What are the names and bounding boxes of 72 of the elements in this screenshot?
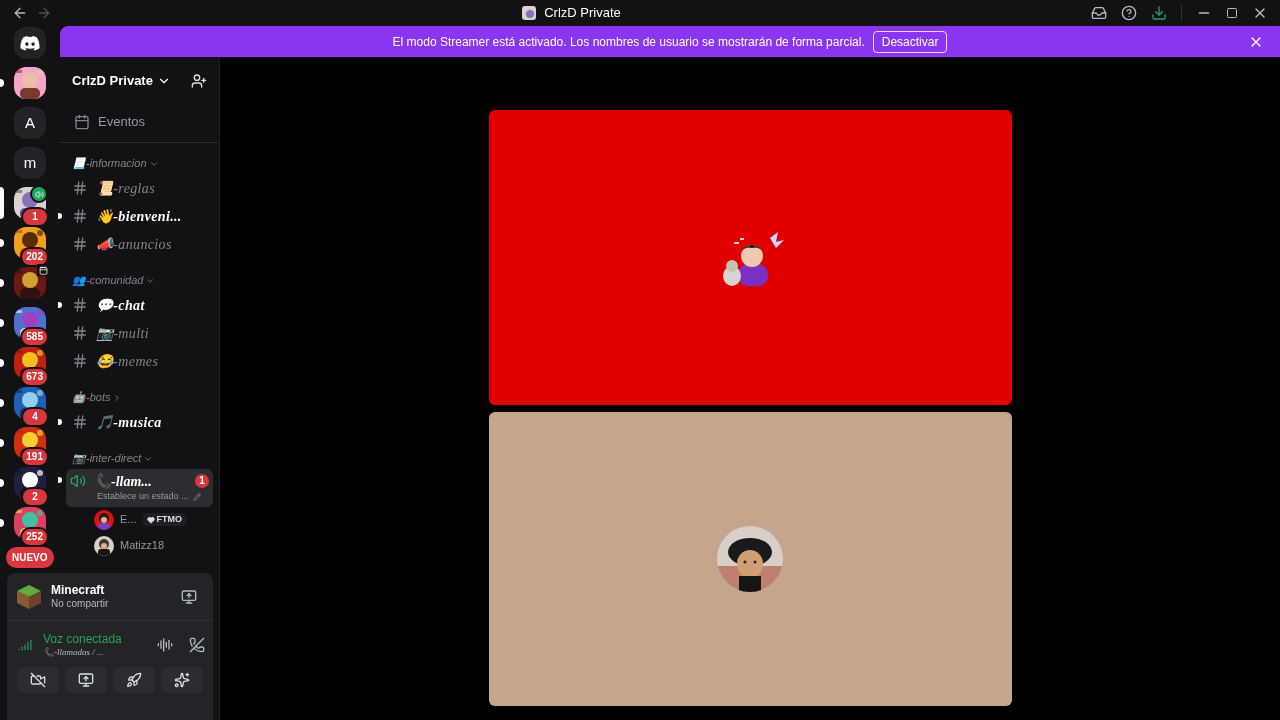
- member-tag: FTMO: [142, 512, 186, 527]
- channel-name[interactable]: 👋-bienveni...: [96, 205, 182, 227]
- status-text: Establece un estado ...: [97, 490, 189, 503]
- channel-name[interactable]: 📣-anuncios: [96, 233, 172, 255]
- noise-suppression-icon[interactable]: [157, 637, 173, 653]
- unread-badge: 191: [20, 447, 49, 467]
- download-icon[interactable]: [1151, 5, 1167, 21]
- activities-button[interactable]: [113, 667, 155, 693]
- unread-badge: 585: [20, 327, 49, 347]
- activity-subtitle: No compartir: [51, 597, 110, 611]
- hash-icon: [72, 353, 88, 369]
- hash-icon: [72, 208, 88, 224]
- mention-badge: 1: [195, 474, 209, 488]
- unread-badge: 1: [21, 207, 49, 227]
- rocket-icon: [126, 672, 142, 688]
- maximize-icon[interactable]: [1226, 7, 1238, 19]
- hash-icon: [72, 325, 88, 341]
- unread-badge: 673: [20, 367, 49, 387]
- soundboard-button[interactable]: [161, 667, 203, 693]
- channel-name[interactable]: 🎵-musica: [96, 411, 162, 433]
- hash-icon: [72, 236, 88, 252]
- server-button[interactable]: A: [14, 107, 46, 139]
- video-tile[interactable]: [488, 110, 1012, 405]
- help-icon[interactable]: [1121, 5, 1137, 21]
- sparkles-icon: [174, 672, 190, 688]
- invite-icon[interactable]: [191, 73, 207, 89]
- edit-icon[interactable]: [192, 492, 201, 501]
- share-screen-icon[interactable]: [181, 588, 197, 605]
- channel-name[interactable]: 📜-reglas: [96, 177, 155, 199]
- events-link[interactable]: Eventos: [98, 111, 145, 132]
- camera-off-icon: [30, 672, 46, 688]
- screen-share-button[interactable]: [65, 667, 107, 693]
- hash-icon: [72, 180, 88, 196]
- video-tile[interactable]: [488, 412, 1012, 706]
- calendar-icon: [74, 113, 90, 130]
- category-header[interactable]: 📃-informacion: [72, 155, 147, 172]
- channel-name[interactable]: 💬-chat: [96, 294, 145, 316]
- voice-status: Voz conectada: [43, 631, 123, 647]
- channel-name: 📞-llam...: [94, 472, 153, 491]
- member-name[interactable]: E...: [120, 511, 137, 528]
- unread-badge: 4: [21, 407, 49, 427]
- server-icon: [522, 6, 537, 20]
- category-header[interactable]: 🤖-bots: [72, 389, 111, 406]
- disconnect-icon[interactable]: [189, 637, 205, 653]
- inbox-icon[interactable]: [1091, 5, 1107, 21]
- unread-badge: 252: [20, 527, 49, 547]
- camera-button[interactable]: [17, 667, 59, 693]
- volume-glyph: [34, 189, 44, 199]
- back-icon[interactable]: [12, 5, 28, 21]
- member-name[interactable]: Matizz18: [120, 537, 165, 554]
- window-title: CrlzD Private: [544, 4, 621, 23]
- controller-logo-icon: [20, 35, 40, 51]
- new-pill[interactable]: NUEVO: [6, 547, 54, 568]
- category-header[interactable]: 👥-comunidad: [72, 272, 144, 289]
- hash-icon: [72, 414, 88, 430]
- share-screen-icon: [78, 672, 94, 688]
- voice-channel-link[interactable]: 📞-llamadas / ...: [43, 646, 149, 659]
- activity-title: Minecraft: [51, 582, 106, 598]
- connection-icon: [18, 638, 32, 652]
- banner-text: El modo Streamer está activado. Los nombres de usuario se mostrarán de forma parcial.: [392, 33, 865, 51]
- speaker-icon: [70, 473, 86, 489]
- unread-badge: 2: [21, 487, 49, 507]
- unread-badge: 202: [20, 247, 49, 267]
- category-header[interactable]: 📷-inter-direct: [72, 450, 142, 467]
- home-button[interactable]: [14, 27, 46, 59]
- server-button[interactable]: m: [14, 147, 46, 179]
- channel-name[interactable]: 😂-memes: [96, 350, 159, 372]
- deactivate-button[interactable]: Desactivar: [872, 30, 948, 53]
- hash-icon: [72, 297, 88, 313]
- heart-icon: [146, 515, 155, 524]
- server-name[interactable]: CrlzD Private: [72, 71, 153, 91]
- grass-block-icon: [15, 582, 43, 611]
